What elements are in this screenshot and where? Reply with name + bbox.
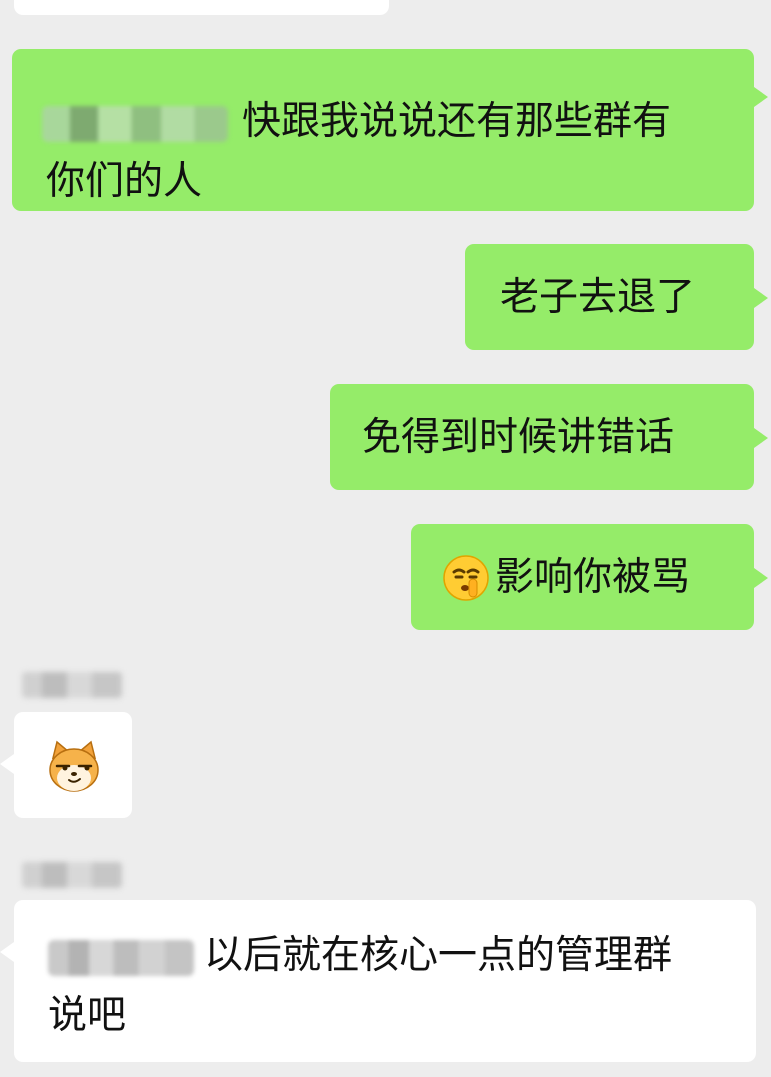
message-text: 说吧 [48, 993, 127, 1038]
message-text: 老子去退了 [500, 275, 696, 320]
sender-name-redacted [22, 672, 122, 698]
message-bubble-sent[interactable]: 影响你被骂 [411, 524, 768, 630]
shushing-face-icon [443, 555, 489, 601]
message-bubble-received[interactable]: 以后就在核心一点的管理群 说吧 [0, 900, 756, 1062]
message-text: 快跟我说说还有那些群有 [242, 99, 672, 144]
message-bubble-sent[interactable]: 快跟我说说还有那些群有 你们的人 [12, 49, 768, 211]
redacted-mention [42, 105, 228, 142]
message-text: 影响你被骂 [495, 555, 691, 600]
chat-message-list[interactable]: 快跟我说说还有那些群有 你们的人 老子去退了 免得到时候讲错话 影响你被骂 以后… [0, 0, 771, 1077]
redacted-mention [48, 939, 194, 976]
partial-message-bubble[interactable] [14, 0, 389, 15]
message-bubble-sent[interactable]: 老子去退了 [465, 244, 768, 350]
message-text: 免得到时候讲错话 [362, 415, 675, 460]
message-bubble-received[interactable] [0, 712, 132, 818]
sender-name-redacted [22, 862, 122, 888]
shiba-dog-sticker-icon [47, 740, 101, 794]
message-text: 以后就在核心一点的管理群 [204, 933, 673, 978]
message-text: 你们的人 [46, 159, 203, 204]
message-bubble-sent[interactable]: 免得到时候讲错话 [330, 384, 768, 490]
